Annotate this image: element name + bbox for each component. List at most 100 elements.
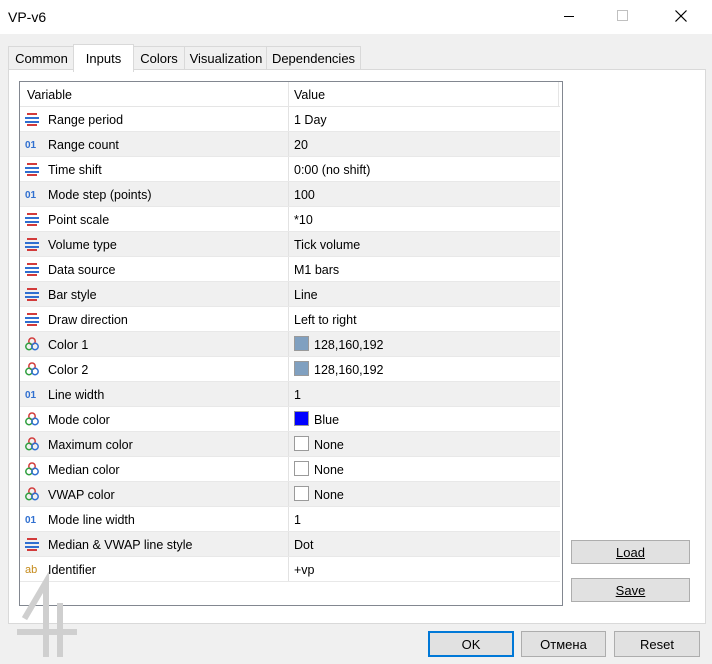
cell-divider bbox=[288, 357, 289, 381]
table-row[interactable]: VWAP color None bbox=[20, 482, 560, 507]
color-swatch[interactable] bbox=[294, 436, 309, 451]
ok-button-label: OK bbox=[461, 636, 481, 652]
maximize-button bbox=[600, 0, 646, 32]
title-bar: VP-v6 bbox=[0, 0, 712, 34]
value-cell[interactable]: 1 bbox=[294, 388, 301, 402]
value-cell[interactable]: None bbox=[314, 438, 344, 452]
table-row[interactable]: Volume type Tick volume bbox=[20, 232, 560, 257]
ok-button[interactable]: OK bbox=[428, 631, 514, 657]
value-cell[interactable]: Left to right bbox=[294, 313, 357, 327]
value-cell[interactable]: *10 bbox=[294, 213, 313, 227]
variable-name: Median color bbox=[48, 463, 120, 477]
color-swatch[interactable] bbox=[294, 486, 309, 501]
value-cell[interactable]: 128,160,192 bbox=[314, 363, 384, 377]
table-row[interactable]: Median & VWAP line style Dot bbox=[20, 532, 560, 557]
color-icon bbox=[25, 487, 39, 501]
reset-button-label: Reset bbox=[640, 636, 674, 652]
load-button-label: Load bbox=[616, 544, 645, 560]
minimize-button[interactable] bbox=[546, 0, 592, 32]
cell-divider bbox=[288, 457, 289, 481]
table-row[interactable]: Range period 1 Day bbox=[20, 107, 560, 132]
value-cell[interactable]: +vp bbox=[294, 563, 315, 577]
table-row[interactable]: Maximum color None bbox=[20, 432, 560, 457]
cell-divider bbox=[288, 132, 289, 156]
save-button-label: Save bbox=[615, 582, 646, 598]
color-swatch[interactable] bbox=[294, 461, 309, 476]
value-cell[interactable]: Tick volume bbox=[294, 238, 360, 252]
value-cell[interactable]: Dot bbox=[294, 538, 313, 552]
table-row[interactable]: Mode step (points) 100 bbox=[20, 182, 560, 207]
table-row[interactable]: Bar style Line bbox=[20, 282, 560, 307]
integer-icon bbox=[25, 190, 37, 201]
table-row[interactable]: Mode color Blue bbox=[20, 407, 560, 432]
variable-name: Color 2 bbox=[48, 363, 89, 377]
value-cell[interactable]: None bbox=[314, 488, 344, 502]
cell-divider bbox=[288, 432, 289, 456]
enum-icon bbox=[25, 263, 39, 276]
inputs-grid[interactable]: Variable Value Range period 1 Day Range co… bbox=[19, 81, 563, 606]
header-variable[interactable]: Variable bbox=[27, 88, 72, 102]
table-row[interactable]: Point scale *10 bbox=[20, 207, 560, 232]
table-row[interactable]: Identifier +vp bbox=[20, 557, 560, 582]
table-row[interactable]: Range count 20 bbox=[20, 132, 560, 157]
value-cell[interactable]: None bbox=[314, 463, 344, 477]
save-button[interactable]: Save bbox=[571, 578, 690, 602]
value-cell[interactable]: 100 bbox=[294, 188, 315, 202]
header-value[interactable]: Value bbox=[294, 88, 325, 102]
table-row[interactable]: Data source M1 bars bbox=[20, 257, 560, 282]
variable-name: Mode step (points) bbox=[48, 188, 152, 202]
tab-colors[interactable]: Colors bbox=[132, 46, 186, 70]
color-swatch[interactable] bbox=[294, 411, 309, 426]
tab-dependencies[interactable]: Dependencies bbox=[266, 46, 361, 70]
variable-name: Point scale bbox=[48, 213, 110, 227]
close-button[interactable] bbox=[658, 0, 704, 32]
value-cell[interactable]: 1 bbox=[294, 513, 301, 527]
table-row[interactable]: Draw direction Left to right bbox=[20, 307, 560, 332]
header-divider[interactable] bbox=[288, 82, 289, 106]
variable-name: Time shift bbox=[48, 163, 102, 177]
table-row[interactable]: Time shift 0:00 (no shift) bbox=[20, 157, 560, 182]
color-icon bbox=[25, 362, 39, 376]
variable-name: VWAP color bbox=[48, 488, 115, 502]
table-row[interactable]: Median color None bbox=[20, 457, 560, 482]
enum-icon bbox=[25, 113, 39, 126]
value-cell[interactable]: 0:00 (no shift) bbox=[294, 163, 370, 177]
load-button[interactable]: Load bbox=[571, 540, 690, 564]
tab-common[interactable]: Common bbox=[8, 46, 75, 70]
value-cell[interactable]: 20 bbox=[294, 138, 308, 152]
value-cell[interactable]: 1 Day bbox=[294, 113, 327, 127]
enum-icon bbox=[25, 313, 39, 326]
variable-name: Mode line width bbox=[48, 513, 135, 527]
value-cell[interactable]: Line bbox=[294, 288, 318, 302]
reset-button[interactable]: Reset bbox=[614, 631, 700, 657]
grid-header: Variable Value bbox=[20, 82, 560, 107]
enum-icon bbox=[25, 288, 39, 301]
watermark-logo-icon bbox=[17, 572, 77, 657]
variable-name: Maximum color bbox=[48, 438, 133, 452]
variable-name: Bar style bbox=[48, 288, 97, 302]
table-row[interactable]: Line width 1 bbox=[20, 382, 560, 407]
cell-divider bbox=[288, 282, 289, 306]
value-cell[interactable]: Blue bbox=[314, 413, 339, 427]
cell-divider bbox=[288, 182, 289, 206]
cell-divider bbox=[288, 507, 289, 531]
enum-icon bbox=[25, 163, 39, 176]
cancel-button[interactable]: Отмена bbox=[521, 631, 606, 657]
cell-divider bbox=[288, 157, 289, 181]
value-cell[interactable]: 128,160,192 bbox=[314, 338, 384, 352]
variable-name: Range count bbox=[48, 138, 119, 152]
cell-divider bbox=[288, 407, 289, 431]
table-row[interactable]: Mode line width 1 bbox=[20, 507, 560, 532]
tab-inputs[interactable]: Inputs bbox=[73, 44, 134, 72]
tab-visualization[interactable]: Visualization bbox=[184, 46, 268, 70]
minimize-icon bbox=[564, 16, 574, 17]
cell-divider bbox=[288, 557, 289, 581]
value-cell[interactable]: M1 bars bbox=[294, 263, 339, 277]
enum-icon bbox=[25, 538, 39, 551]
color-icon bbox=[25, 437, 39, 451]
table-row[interactable]: Color 2 128,160,192 bbox=[20, 357, 560, 382]
color-swatch[interactable] bbox=[294, 361, 309, 376]
color-swatch[interactable] bbox=[294, 336, 309, 351]
enum-icon bbox=[25, 213, 39, 226]
table-row[interactable]: Color 1 128,160,192 bbox=[20, 332, 560, 357]
